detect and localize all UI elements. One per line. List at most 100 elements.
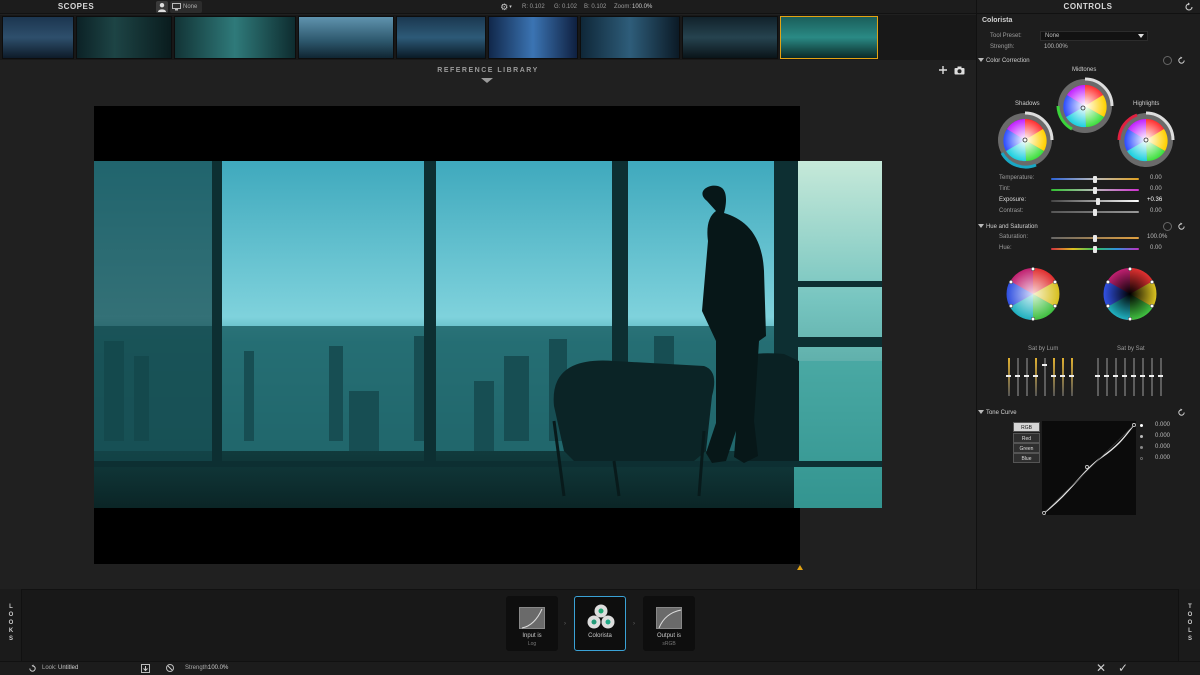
shadows-wheel[interactable] (996, 111, 1054, 169)
node-title: Output is (656, 633, 681, 639)
highlights-wheel[interactable] (1117, 111, 1175, 169)
node-title: Colorista (588, 633, 612, 639)
look-name[interactable]: Untitled (58, 661, 78, 675)
black-point-icon (1140, 457, 1143, 460)
tool-preset-dropdown[interactable]: None (1040, 31, 1148, 41)
saturation-slider[interactable] (1051, 234, 1139, 242)
sat-by-sat-label: Sat by Sat (1117, 346, 1145, 352)
reference-thumbnail-selected[interactable] (780, 16, 878, 59)
chevron-down-icon (978, 224, 984, 228)
close-icon: ✕ (1095, 661, 1107, 675)
hue-value[interactable]: 0.00 (1150, 245, 1162, 251)
reference-thumbnail[interactable] (682, 16, 778, 59)
viewer-resize-handle[interactable] (797, 565, 803, 570)
hue-saturation-header[interactable]: Hue and Saturation (978, 223, 1038, 230)
slider-knob[interactable] (1093, 175, 1097, 183)
temperature-slider[interactable] (1051, 175, 1139, 183)
hue-wheel[interactable] (1005, 266, 1061, 322)
look-strength-value[interactable]: 100.0% (208, 661, 228, 675)
reference-thumbnail[interactable] (298, 16, 394, 59)
curve-channel-green[interactable]: Green (1013, 443, 1040, 453)
curve-channel-rgb[interactable]: RGB (1013, 422, 1040, 432)
slider-knob[interactable] (1093, 234, 1097, 242)
tool-preset-label: Tool Preset: (990, 33, 1022, 39)
apply-button[interactable]: ✓ (1117, 662, 1129, 674)
curve-channel-red[interactable]: Red (1013, 433, 1040, 443)
reference-thumbnail[interactable] (488, 16, 578, 59)
chevron-down-icon (978, 58, 984, 62)
monitor-select-button[interactable]: None (170, 1, 202, 13)
bypass-icon[interactable] (1163, 56, 1172, 65)
zoom-value[interactable]: 100.0% (632, 0, 652, 14)
bypass-look-icon[interactable] (166, 664, 174, 672)
user-button[interactable] (156, 1, 168, 13)
contrast-slider[interactable] (1051, 208, 1139, 216)
curve-value[interactable]: 0.000 (1155, 455, 1170, 461)
slider-knob[interactable] (1093, 245, 1097, 253)
chevron-down-icon: ▾ (509, 4, 512, 10)
preview-image[interactable] (94, 161, 882, 508)
reset-look-icon[interactable] (28, 664, 37, 675)
gear-icon: ⚙ (500, 1, 509, 12)
tools-tab[interactable]: TOOLS (1178, 589, 1200, 661)
reference-thumbnail[interactable] (76, 16, 172, 59)
slider-knob[interactable] (1095, 197, 1100, 205)
sat-by-sat-faders[interactable] (1093, 356, 1167, 398)
reference-thumbnail[interactable] (174, 16, 296, 59)
pipeline-node-colorista[interactable]: Colorista (574, 596, 626, 651)
status-bar (0, 661, 1200, 675)
hue-slider[interactable] (1051, 245, 1139, 253)
slider-knob[interactable] (1093, 186, 1097, 194)
node-title: Input is (522, 633, 542, 639)
monitor-icon (172, 3, 181, 11)
curve-channel-blue[interactable]: Blue (1013, 453, 1040, 463)
slider-knob[interactable] (1093, 208, 1097, 216)
add-reference-icon[interactable] (938, 64, 948, 76)
reference-thumbnail[interactable] (396, 16, 486, 59)
zoom-label: Zoom: (614, 4, 632, 10)
color-correction-header[interactable]: Color Correction (978, 57, 1030, 64)
curve-value[interactable]: 0.000 (1155, 444, 1170, 450)
camera-icon[interactable] (954, 66, 965, 75)
saturation-value[interactable]: 100.0% (1147, 234, 1167, 240)
looks-tab[interactable]: LOOKS (0, 589, 22, 661)
tint-value[interactable]: 0.00 (1150, 186, 1162, 192)
exposure-slider[interactable] (1051, 197, 1139, 205)
tint-slider[interactable] (1051, 186, 1139, 194)
sat-by-lum-faders[interactable] (1004, 356, 1078, 398)
settings-button[interactable]: ⚙ ▾ (498, 1, 514, 13)
saturation-label: Saturation: (999, 234, 1029, 240)
shadows-label: Shadows (1015, 101, 1040, 107)
reset-icon[interactable] (1177, 222, 1186, 233)
tone-curve-graph[interactable] (1042, 421, 1136, 515)
strength-value[interactable]: 100.00% (1044, 44, 1068, 50)
tool-preset-value: None (1045, 33, 1060, 39)
controls-title: CONTROLS (976, 0, 1200, 14)
midtones-wheel[interactable] (1056, 77, 1114, 135)
reset-icon[interactable] (1177, 408, 1186, 419)
colorista-icon (587, 604, 615, 629)
tone-curve-header[interactable]: Tone Curve (978, 409, 1017, 416)
reference-thumbnail-strip (0, 15, 976, 60)
chevron-down-icon[interactable] (481, 78, 493, 83)
g-readout: G: 0.102 (554, 4, 578, 10)
exposure-value[interactable]: +0.36 (1147, 197, 1162, 203)
look-strength-label: Strength: (185, 665, 210, 671)
scopes-title[interactable]: SCOPES (0, 0, 152, 14)
temperature-value[interactable]: 0.00 (1150, 175, 1162, 181)
reset-icon[interactable] (1177, 56, 1186, 67)
save-look-icon[interactable] (141, 664, 150, 673)
reference-thumbnail[interactable] (2, 16, 74, 59)
contrast-value[interactable]: 0.00 (1150, 208, 1162, 214)
saturation-wheel[interactable] (1102, 266, 1158, 322)
midtone-point-icon (1140, 446, 1143, 449)
cancel-button[interactable]: ✕ (1095, 661, 1107, 675)
reference-thumbnail[interactable] (580, 16, 680, 59)
sat-by-lum-label: Sat by Lum (1028, 346, 1059, 352)
curve-value[interactable]: 0.000 (1155, 433, 1170, 439)
curve-value[interactable]: 0.000 (1155, 422, 1170, 428)
bypass-icon[interactable] (1163, 222, 1172, 231)
pipeline-node-output[interactable]: Output is sRGB (643, 596, 695, 651)
reset-all-icon[interactable] (1184, 2, 1194, 12)
pipeline-node-input[interactable]: Input is Log (506, 596, 558, 651)
